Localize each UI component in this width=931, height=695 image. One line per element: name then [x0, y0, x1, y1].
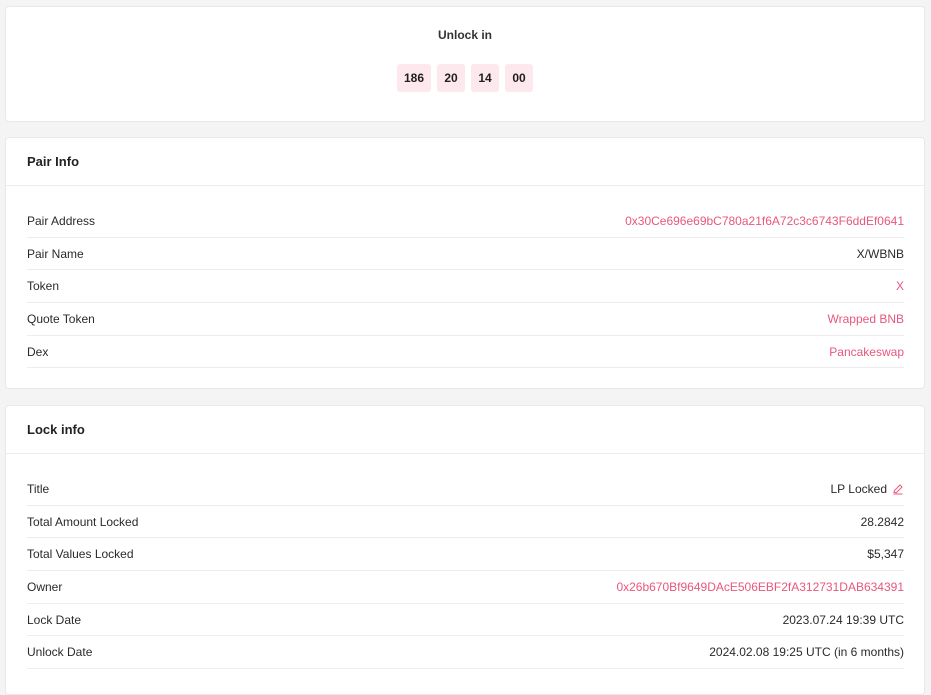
quote-token-row: Quote Token Wrapped BNB [27, 303, 904, 336]
unlock-title: Unlock in [437, 28, 492, 42]
row-label: Unlock Date [27, 645, 93, 660]
row-label: Total Amount Locked [27, 514, 139, 529]
pair-name-value: X/WBNB [856, 246, 904, 261]
countdown-minutes: 14 [471, 64, 499, 92]
dex-row: Dex Pancakeswap [27, 336, 904, 369]
unlock-date-row: Unlock Date 2024.02.08 19:25 UTC (in 6 m… [27, 636, 904, 670]
total-values-row: Total Values Locked $5,347 [27, 538, 904, 572]
countdown-seconds: 00 [505, 64, 533, 92]
row-label: Dex [27, 344, 49, 359]
lock-info-title: Lock info [6, 406, 924, 454]
owner-address-link[interactable]: 0x26b670Bf9649DAcE506EBF2fA312731DAB6343… [616, 580, 904, 594]
row-label: Owner [27, 579, 63, 594]
unlock-date-value: 2024.02.08 19:25 UTC (in 6 months) [709, 645, 904, 660]
row-label: Pair Address [27, 213, 96, 228]
token-row: Token X [27, 270, 904, 304]
countdown-hours: 20 [437, 64, 465, 92]
total-values-value: $5,347 [867, 547, 904, 562]
total-amount-row: Total Amount Locked 28.2842 [27, 506, 904, 539]
pair-info-card: Pair Info Pair Address 0x30Ce696e69bC780… [5, 137, 925, 389]
pair-address-row: Pair Address 0x30Ce696e69bC780a21f6A72c3… [27, 205, 904, 238]
quote-token-link[interactable]: Wrapped BNB [828, 312, 904, 326]
row-label: Total Values Locked [27, 547, 134, 562]
lock-date-row: Lock Date 2023.07.24 19:39 UTC [27, 604, 904, 637]
total-amount-value: 28.2842 [860, 514, 904, 529]
owner-row: Owner 0x26b670Bf9649DAcE506EBF2fA312731D… [27, 571, 904, 604]
title-row: Title LP Locked [27, 473, 904, 506]
row-label: Token [27, 279, 60, 294]
row-label: Lock Date [27, 612, 82, 627]
pair-info-title: Pair Info [6, 138, 924, 186]
row-label: Pair Name [27, 246, 84, 261]
dex-link[interactable]: Pancakeswap [829, 345, 904, 359]
pencil-icon[interactable] [892, 483, 904, 495]
row-label: Title [27, 481, 50, 496]
token-link[interactable]: X [896, 279, 904, 293]
unlock-card: Unlock in 186 20 14 00 [5, 6, 925, 122]
row-label: Quote Token [27, 311, 95, 326]
lock-title-value: LP Locked [831, 482, 905, 496]
pair-address-link[interactable]: 0x30Ce696e69bC780a21f6A72c3c6743F6ddEf06… [625, 214, 904, 228]
lock-date-value: 2023.07.24 19:39 UTC [782, 612, 904, 627]
pair-name-row: Pair Name X/WBNB [27, 238, 904, 271]
countdown-days: 186 [397, 64, 431, 92]
countdown: 186 20 14 00 [6, 64, 924, 92]
lock-title-text: LP Locked [830, 481, 888, 496]
lock-info-card: Lock info Title LP Locked Total Amount L… [5, 405, 925, 695]
